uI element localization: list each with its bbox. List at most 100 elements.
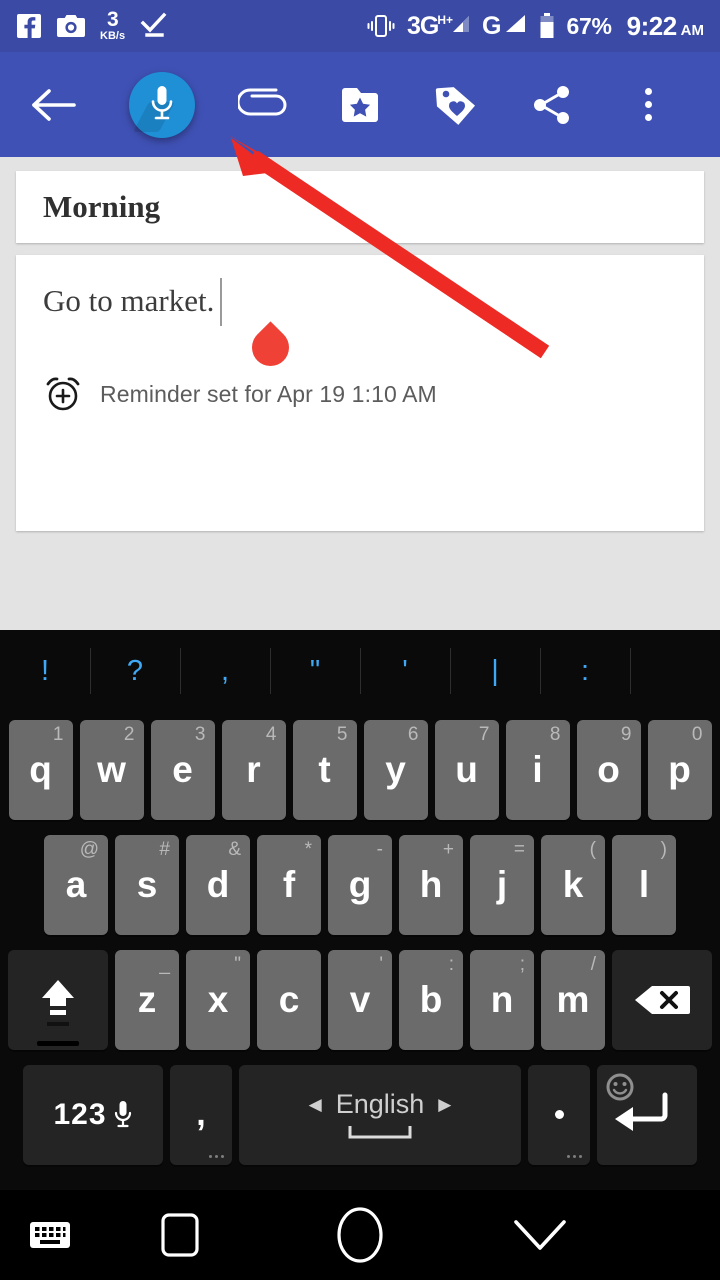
recents-button[interactable] (100, 1190, 260, 1280)
enter-arrow-icon (615, 1092, 668, 1131)
key-label: l (638, 863, 650, 905)
key-j[interactable]: = j (470, 834, 534, 935)
key-c[interactable]: c (257, 949, 321, 1050)
more-vert-icon (644, 88, 652, 121)
key-i[interactable]: 8i (505, 719, 570, 820)
facebook-icon (17, 14, 41, 38)
note-body-card[interactable]: Go to market. Reminder set for Apr 19 1:… (16, 255, 704, 531)
key-label: m (556, 978, 590, 1020)
key-l[interactable]: ) l (612, 834, 676, 935)
back-button[interactable] (0, 52, 108, 157)
key-q[interactable]: 1q (8, 719, 73, 820)
comma-label: , (196, 1095, 206, 1133)
key-label: i (532, 748, 543, 790)
numeric-label: 123 (53, 1097, 107, 1131)
label-tag-button[interactable] (408, 52, 504, 157)
key-f[interactable]: * f (257, 834, 321, 935)
suggestion-item[interactable]: ' (360, 630, 450, 712)
suggestion-item[interactable]: ? (90, 630, 180, 712)
key-hint: 6 (407, 723, 419, 745)
suggestion-item[interactable]: | (450, 630, 540, 712)
key-label: d (206, 863, 230, 905)
key-hint: ' (379, 953, 383, 975)
key-d[interactable]: & d (186, 834, 250, 935)
key-label: v (349, 978, 371, 1020)
backspace-key[interactable] (612, 949, 712, 1050)
shift-key[interactable] (8, 949, 108, 1050)
key-x[interactable]: " x (186, 949, 250, 1050)
key-hint: - (376, 838, 383, 860)
note-title-card[interactable]: Morning (16, 171, 704, 243)
favorite-button[interactable] (312, 52, 408, 157)
key-y[interactable]: 6y (363, 719, 428, 820)
key-hint: 1 (52, 723, 64, 745)
key-m[interactable]: / m (541, 949, 605, 1050)
key-z[interactable]: _ z (115, 949, 179, 1050)
text-selection-handle[interactable] (244, 321, 297, 374)
signal-bars-icon-2 (506, 15, 526, 32)
key-w[interactable]: 2w (79, 719, 144, 820)
overflow-menu-button[interactable] (600, 52, 696, 157)
suggestion-item[interactable]: " (270, 630, 360, 712)
home-button[interactable] (260, 1190, 460, 1280)
voice-input-button[interactable] (108, 52, 216, 157)
key-label: w (97, 748, 126, 790)
key-v[interactable]: ' v (328, 949, 392, 1050)
key-k[interactable]: (k (541, 834, 605, 935)
key-h[interactable]: + h (399, 834, 463, 935)
suggestion-item[interactable]: , (180, 630, 270, 712)
share-button[interactable] (504, 52, 600, 157)
shift-arrow-icon (42, 979, 74, 1026)
space-key[interactable]: ◀ English ▶ (239, 1064, 521, 1165)
numeric-key-inner: 123 (53, 1098, 132, 1132)
key-a[interactable]: @ a (44, 834, 108, 935)
key-hint: / (590, 953, 596, 975)
key-t[interactable]: 5t (292, 719, 357, 820)
key-g[interactable]: -g (328, 834, 392, 935)
vibrate-icon (367, 15, 395, 37)
paperclip-icon (238, 88, 287, 115)
period-key[interactable] (528, 1064, 590, 1165)
key-hint: _ (159, 953, 170, 975)
key-p[interactable]: 0p (647, 719, 712, 820)
suggestion-item[interactable]: : (540, 630, 630, 712)
key-hint: ( (589, 838, 596, 860)
suggestion-item[interactable]: ! (0, 630, 90, 712)
key-hint: " (234, 953, 241, 975)
language-switcher[interactable]: ◀ English ▶ (309, 1089, 452, 1120)
key-label: f (282, 863, 296, 905)
attachment-button[interactable] (216, 52, 312, 157)
key-hint: & (228, 838, 241, 860)
key-b[interactable]: :b (399, 949, 463, 1050)
space-key-inner: ◀ English ▶ (309, 1089, 452, 1140)
prev-language-arrow[interactable]: ◀ (309, 1095, 322, 1115)
voice-typing-icon (114, 1100, 131, 1127)
keyboard-icon (30, 1222, 70, 1248)
enter-key-inner (597, 1065, 697, 1165)
key-s[interactable]: # s (115, 834, 179, 935)
comma-key[interactable]: , (170, 1064, 232, 1165)
key-hint: @ (79, 838, 99, 860)
key-u[interactable]: 7u (434, 719, 499, 820)
suggestion-item-empty[interactable] (630, 630, 720, 712)
key-label: q (29, 748, 52, 790)
key-hint: 8 (549, 723, 561, 745)
key-label: k (562, 863, 584, 905)
battery-icon (540, 13, 554, 38)
key-r[interactable]: 4r (221, 719, 286, 820)
key-n[interactable]: ; n (470, 949, 534, 1050)
dismiss-keyboard-button[interactable] (460, 1190, 620, 1280)
numeric-mode-key[interactable]: 123 (23, 1064, 163, 1165)
next-language-arrow[interactable]: ▶ (438, 1095, 451, 1115)
clock-time: 9:22 (626, 10, 678, 41)
note-title: Morning (43, 189, 161, 224)
keyboard-toggle-button[interactable] (0, 1190, 100, 1280)
key-o[interactable]: 9o (576, 719, 641, 820)
key-label: u (455, 748, 478, 790)
key-e[interactable]: 3e (150, 719, 215, 820)
key-hint: ; (519, 953, 525, 975)
key-label: e (172, 748, 193, 790)
long-press-dots (209, 1154, 224, 1158)
reminder-row[interactable]: Reminder set for Apr 19 1:10 AM (43, 374, 677, 414)
enter-key[interactable] (597, 1064, 697, 1165)
